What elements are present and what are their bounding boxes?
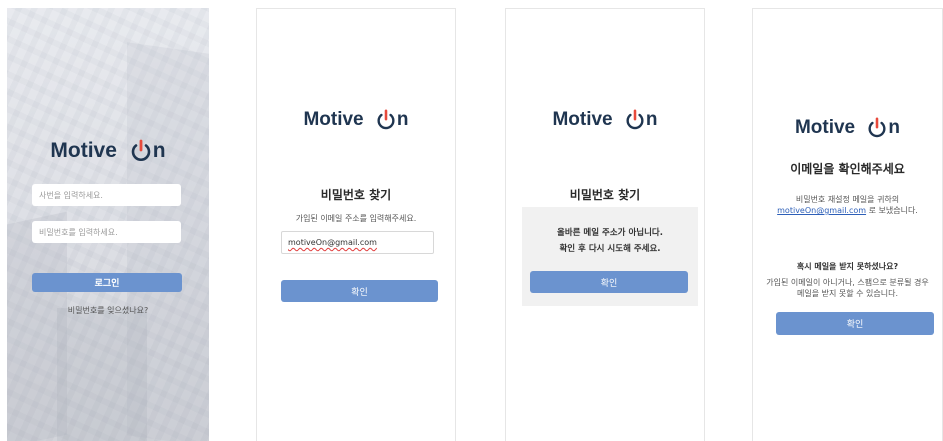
sent-message-line1: 비밀번호 재설정 메일을 귀하의 bbox=[795, 195, 900, 204]
brand-logo-text: Motive bbox=[794, 117, 856, 138]
email-value: motiveOn@gmail.com bbox=[288, 238, 377, 247]
brand-logo-suffix: n bbox=[645, 109, 658, 130]
screens-canvas: Motive n 사번을 입력하세요. 비밀번호를 입력하세요. 로그인 비밀번… bbox=[0, 0, 943, 441]
forgot-password-link[interactable]: 비밀번호를 잊으셨나요? bbox=[7, 305, 209, 316]
not-received-line1: 가입된 이메일이 아니거나, 스팸으로 분류될 경우 bbox=[766, 278, 929, 287]
email-link[interactable]: motiveOn@gmail.com bbox=[777, 206, 866, 215]
power-icon bbox=[868, 117, 886, 138]
brand-logo: Motive n bbox=[753, 117, 942, 139]
invalid-email-screen: Motive n 비밀번호 찾기 올바른 메일 주소가 아닙니다. 확인 후 다… bbox=[505, 8, 705, 441]
login-button[interactable]: 로그인 bbox=[32, 273, 182, 292]
brand-logo: Motive n bbox=[257, 109, 455, 131]
page-title: 이메일을 확인해주세요 bbox=[790, 162, 905, 176]
page-title: 비밀번호 찾기 bbox=[320, 188, 392, 202]
not-received-title: 혹시 메일을 받지 못하셨나요? bbox=[796, 262, 899, 271]
check-email-screen: Motive n 이메일을 확인해주세요 비밀번호 재설정 메일을 귀하의 mo… bbox=[752, 8, 943, 441]
password-input[interactable]: 비밀번호를 입력하세요. bbox=[32, 221, 181, 243]
confirm-button[interactable]: 확인 bbox=[281, 280, 438, 302]
brand-logo-suffix: n bbox=[888, 117, 901, 138]
error-message-card: 올바른 메일 주소가 아닙니다. 확인 후 다시 시도해 주세요. 확인 bbox=[522, 207, 698, 306]
brand-logo-text: Motive bbox=[50, 139, 117, 163]
brand-logo: Motive n bbox=[7, 139, 209, 163]
error-message-line1: 올바른 메일 주소가 아닙니다. bbox=[557, 228, 663, 238]
brand-logo-suffix: n bbox=[396, 109, 409, 130]
power-icon bbox=[626, 109, 644, 130]
email-field[interactable]: motiveOn@gmail.com bbox=[281, 231, 434, 254]
power-icon bbox=[131, 140, 151, 162]
instruction-text: 가입된 이메일 주소를 입력해주세요. bbox=[295, 214, 417, 223]
confirm-button[interactable]: 확인 bbox=[530, 271, 688, 293]
brand-logo: Motive n bbox=[506, 109, 704, 131]
page-title: 비밀번호 찾기 bbox=[569, 188, 641, 202]
not-received-line2: 메일을 받지 못할 수 있습니다. bbox=[796, 289, 899, 298]
brand-logo-suffix: n bbox=[152, 139, 166, 163]
confirm-button[interactable]: 확인 bbox=[776, 312, 934, 335]
employee-id-input[interactable]: 사번을 입력하세요. bbox=[32, 184, 181, 206]
sent-message-line2: motiveOn@gmail.com 로 보냈습니다. bbox=[753, 206, 942, 217]
error-message-line2: 확인 후 다시 시도해 주세요. bbox=[559, 244, 661, 254]
power-icon bbox=[377, 109, 395, 130]
find-password-screen: Motive n 비밀번호 찾기 가입된 이메일 주소를 입력해주세요. mot… bbox=[256, 8, 456, 441]
sent-message-suffix: 로 보냈습니다. bbox=[866, 206, 918, 215]
login-screen: Motive n 사번을 입력하세요. 비밀번호를 입력하세요. 로그인 비밀번… bbox=[7, 8, 209, 441]
brand-logo-text: Motive bbox=[552, 109, 613, 130]
brand-logo-text: Motive bbox=[303, 109, 364, 130]
